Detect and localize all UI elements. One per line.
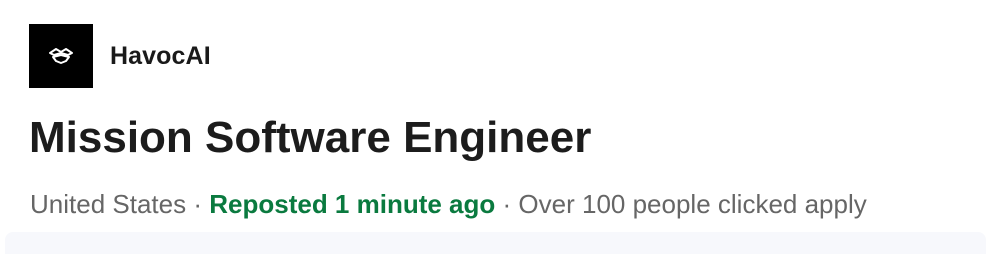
content-panel xyxy=(5,232,986,254)
company-logo[interactable] xyxy=(29,24,93,88)
job-meta: United States · Reposted 1 minute ago · … xyxy=(30,186,867,222)
applicant-count: Over 100 people clicked apply xyxy=(518,189,867,219)
meta-separator: · xyxy=(502,189,512,219)
meta-separator: · xyxy=(193,189,202,219)
havocai-logo-icon xyxy=(49,48,73,64)
reposted-time: Reposted 1 minute ago xyxy=(209,189,496,219)
job-title: Mission Software Engineer xyxy=(29,113,592,162)
company-header: HavocAI xyxy=(29,24,211,88)
job-location: United States xyxy=(30,189,187,219)
company-name[interactable]: HavocAI xyxy=(110,42,211,71)
